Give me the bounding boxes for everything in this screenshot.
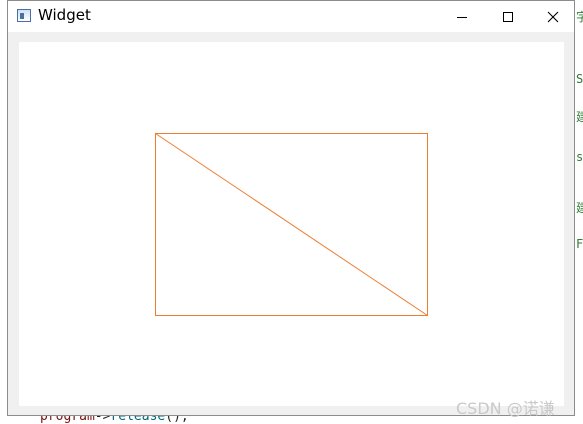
title-bar[interactable]: Widget (8, 1, 574, 32)
background-glyph: 建 (576, 201, 583, 215)
window-title: Widget (38, 6, 91, 24)
opengl-canvas[interactable] (19, 42, 564, 406)
background-glyph: 字 (576, 10, 583, 24)
screen: 字 SI 建 s 建 F program->release(); Widget (0, 0, 583, 424)
widget-window[interactable]: Widget (7, 0, 575, 416)
app-window-icon (17, 9, 31, 22)
close-button[interactable] (530, 1, 576, 32)
background-glyph: s (576, 150, 583, 164)
diagonal-line (155, 133, 428, 316)
maximize-button[interactable] (485, 1, 531, 32)
close-icon (547, 11, 559, 22)
minimize-button[interactable] (439, 1, 485, 32)
background-glyph: F (576, 237, 583, 251)
background-glyph: 建 (576, 110, 583, 124)
maximize-icon (503, 11, 513, 22)
csdn-watermark: CSDN @诺谦 (456, 399, 555, 418)
minimize-icon (457, 16, 467, 18)
drawing-surface (155, 133, 428, 316)
background-glyph: SI (576, 72, 583, 86)
